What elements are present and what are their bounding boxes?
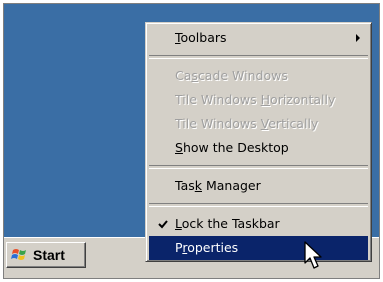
mouse-pointer-icon xyxy=(304,241,322,269)
start-button[interactable]: Start xyxy=(6,242,86,268)
windows-flag-icon xyxy=(11,249,26,260)
menu-item-label-rest: ertically xyxy=(268,116,319,131)
start-label: Start xyxy=(33,247,65,263)
menu-separator xyxy=(149,203,368,207)
menu-item-label-rest: orizontally xyxy=(270,92,336,107)
menu-item-label-rest: oolbars xyxy=(180,30,227,45)
menu-item-accesskey: S xyxy=(175,140,183,155)
menu-separator xyxy=(149,55,368,59)
menu-item-tile-horizontally: Tile Windows Horizontally xyxy=(149,88,368,112)
menu-item-task-manager[interactable]: Task Manager xyxy=(149,174,368,198)
menu-item-label-prefix: Tas xyxy=(175,178,195,193)
submenu-arrow-icon xyxy=(356,34,360,42)
menu-item-label-rest: Manager xyxy=(202,178,261,193)
taskbar-context-menu: Toolbars Cascade Windows Tile Windows Ho… xyxy=(145,22,372,262)
menu-item-accesskey: H xyxy=(260,92,271,107)
menu-item-label-rest: cade Windows xyxy=(197,68,288,83)
menu-item-label-rest: operties xyxy=(187,240,239,255)
menu-item-label-prefix: Tile Windows xyxy=(175,92,261,107)
screen: Start Toolbars Cascade Windows Tile Wind… xyxy=(3,3,380,279)
menu-item-accesskey: L xyxy=(175,216,182,231)
menu-item-label-prefix: Tile Windows xyxy=(175,116,261,131)
menu-item-label-prefix: Ca xyxy=(175,68,192,83)
checkmark-icon xyxy=(158,220,168,229)
menu-item-show-desktop[interactable]: Show the Desktop xyxy=(149,136,368,160)
menu-item-label-rest: how the Desktop xyxy=(182,140,289,155)
menu-item-accesskey: k xyxy=(194,178,202,193)
menu-separator xyxy=(149,165,368,169)
menu-item-tile-vertically: Tile Windows Vertically xyxy=(149,112,368,136)
menu-item-properties[interactable]: Properties xyxy=(149,236,368,260)
menu-item-label-rest: ock the Taskbar xyxy=(181,216,280,231)
menu-item-cascade-windows: Cascade Windows xyxy=(149,64,368,88)
menu-item-lock-taskbar[interactable]: Lock the Taskbar xyxy=(149,212,368,236)
menu-item-toolbars[interactable]: Toolbars xyxy=(149,26,368,50)
